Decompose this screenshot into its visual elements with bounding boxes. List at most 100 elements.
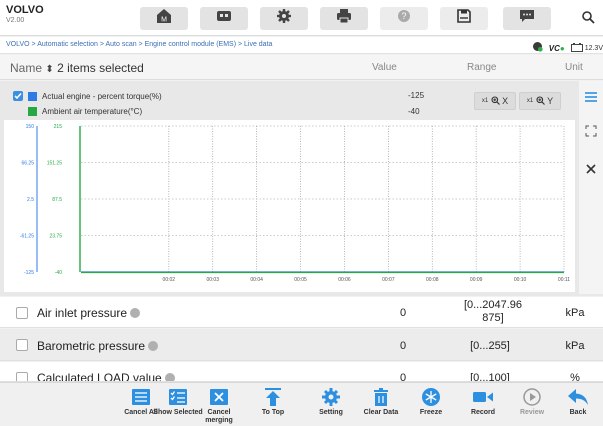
row-name: Barometric pressure — [37, 339, 159, 353]
x-tick-label: 00:09 — [470, 277, 483, 283]
row-unit: kPa — [565, 340, 585, 352]
row-range: [0...255] — [470, 340, 510, 352]
row-checkbox[interactable] — [16, 339, 28, 351]
y-tick-label-series-2: -40 — [55, 270, 62, 276]
search-button[interactable] — [581, 10, 595, 29]
selected-count: 2 items selected — [57, 61, 144, 75]
x-tick-label: 00:03 — [206, 277, 219, 283]
to-top-button[interactable]: To Top — [248, 386, 298, 417]
message-button[interactable] — [503, 7, 551, 30]
table-row[interactable]: Calculated LOAD value 0 [0...100] % — [0, 362, 603, 382]
vci-button[interactable] — [200, 7, 248, 30]
line-chart: 150 215 66.25 151.25 2.5 87.5 -61.25 23.75 -125 -… — [20, 124, 570, 283]
unit-column-header: Unit — [565, 62, 583, 73]
row-name: Calculated LOAD value — [37, 371, 175, 381]
record-icon — [471, 386, 495, 408]
row-range: [0...2047.96875] — [463, 299, 523, 324]
battery-status: 12.3V — [570, 42, 603, 54]
y-tick-label-series-2: 23.75 — [49, 234, 62, 240]
row-unit: % — [570, 372, 580, 382]
back-button[interactable]: Back — [553, 386, 603, 417]
review-button[interactable]: Review — [507, 386, 557, 417]
brand-name: VOLVO — [6, 4, 44, 16]
setting-button[interactable]: Setting — [306, 386, 356, 417]
save-icon — [456, 8, 472, 29]
series-1-name: Actual engine - percent torque(%) — [42, 91, 162, 101]
battery-voltage: 12.3V — [584, 44, 603, 52]
menu-icon[interactable] — [583, 89, 599, 105]
zoom-y-button[interactable]: x1 Y — [519, 92, 561, 110]
row-range: [0...100] — [470, 372, 510, 382]
graph-series-1: Actual engine - percent torque(%) — [13, 91, 162, 101]
series-2-name: Ambient air temperature(°C) — [42, 107, 143, 116]
vci-icon — [215, 8, 233, 29]
row-unit: kPa — [565, 307, 585, 319]
value-column-header: Value — [372, 62, 397, 73]
row-checkbox[interactable] — [16, 372, 28, 381]
breadcrumb-bar: VOLVO > Automatic selection > Auto scan … — [0, 37, 603, 54]
cancel-all-icon — [129, 386, 153, 408]
close-icon[interactable] — [583, 161, 599, 177]
y-tick-label-series-1: 2.5 — [27, 197, 34, 203]
review-icon — [520, 386, 544, 408]
range-column-header: Range — [467, 62, 497, 73]
cancel-merging-button[interactable]: Cancel merging — [194, 386, 244, 425]
settings-icon — [276, 8, 292, 29]
battery-icon — [570, 42, 583, 54]
save-button[interactable] — [440, 7, 488, 30]
top-toolbar: VOLVO V2.00 M ? — [0, 0, 603, 36]
svg-text:M: M — [161, 17, 167, 24]
x-tick-label: 00:05 — [294, 277, 307, 283]
y-tick-label-series-1: 150 — [26, 124, 35, 130]
freeze-icon — [419, 386, 443, 408]
zoom-x-button[interactable]: x1 X — [474, 92, 516, 110]
y-tick-label-series-1: -61.25 — [20, 234, 34, 240]
message-icon — [518, 8, 536, 29]
row-checkbox[interactable] — [16, 307, 28, 319]
series-2-value: -40 — [408, 107, 420, 116]
breadcrumb[interactable]: VOLVO > Automatic selection > Auto scan … — [6, 41, 272, 48]
freeze-button[interactable]: Freeze — [406, 386, 456, 417]
help-icon: ? — [396, 8, 412, 29]
settings-button[interactable] — [260, 7, 308, 30]
record-button[interactable]: Record — [458, 386, 508, 417]
x-tick-label: 00:10 — [514, 277, 527, 283]
row-value: 0 — [399, 340, 407, 352]
series-2-swatch — [28, 107, 37, 116]
row-value: 0 — [399, 372, 407, 382]
table-row[interactable]: Air inlet pressure 0 [0...2047.96875] kP… — [0, 297, 603, 328]
y-tick-label-series-2: 87.5 — [52, 197, 62, 203]
info-icon[interactable] — [148, 340, 159, 351]
info-icon[interactable] — [130, 307, 141, 318]
setting-icon — [319, 386, 343, 408]
row-value: 0 — [399, 307, 407, 319]
home-icon: M — [155, 8, 173, 29]
search-icon — [581, 11, 595, 28]
table-row[interactable]: Barometric pressure 0 [0...255] kPa — [0, 329, 603, 361]
brand-version: V2.00 — [6, 17, 25, 24]
zoom-in-icon — [491, 95, 501, 107]
back-icon — [566, 386, 590, 408]
x-tick-label: 00:06 — [338, 277, 351, 283]
graph-series-2: Ambient air temperature(°C) — [28, 107, 142, 116]
x-tick-label: 00:02 — [163, 277, 176, 283]
clear-data-button[interactable]: Clear Data — [356, 386, 406, 417]
sort-icon[interactable]: ⬍ — [45, 64, 53, 75]
info-icon[interactable] — [164, 372, 175, 381]
series-1-value: -125 — [408, 91, 425, 100]
print-button[interactable] — [320, 7, 368, 30]
x-tick-label: 00:11 — [558, 277, 570, 283]
bottom-toolbar: Cancel All Show Selected Cancel merging … — [0, 382, 603, 426]
help-button[interactable]: ? — [380, 7, 428, 30]
vci-status: VC● — [548, 43, 565, 53]
to-top-icon — [261, 386, 285, 408]
clear-data-icon — [369, 386, 393, 408]
graph-area: 150 215 66.25 151.25 2.5 87.5 -61.25 23.75 -125 -… — [4, 120, 575, 292]
y-tick-label-series-2: 151.25 — [47, 161, 63, 167]
list-header: Name ⬍ 2 items selected Value Range Unit — [0, 55, 603, 80]
home-button[interactable]: M — [140, 7, 188, 30]
x-tick-label: 00:07 — [382, 277, 395, 283]
fullscreen-icon[interactable] — [583, 123, 599, 139]
graph-checkbox[interactable] — [13, 91, 23, 101]
name-column-header[interactable]: Name ⬍ 2 items selected — [10, 61, 144, 75]
